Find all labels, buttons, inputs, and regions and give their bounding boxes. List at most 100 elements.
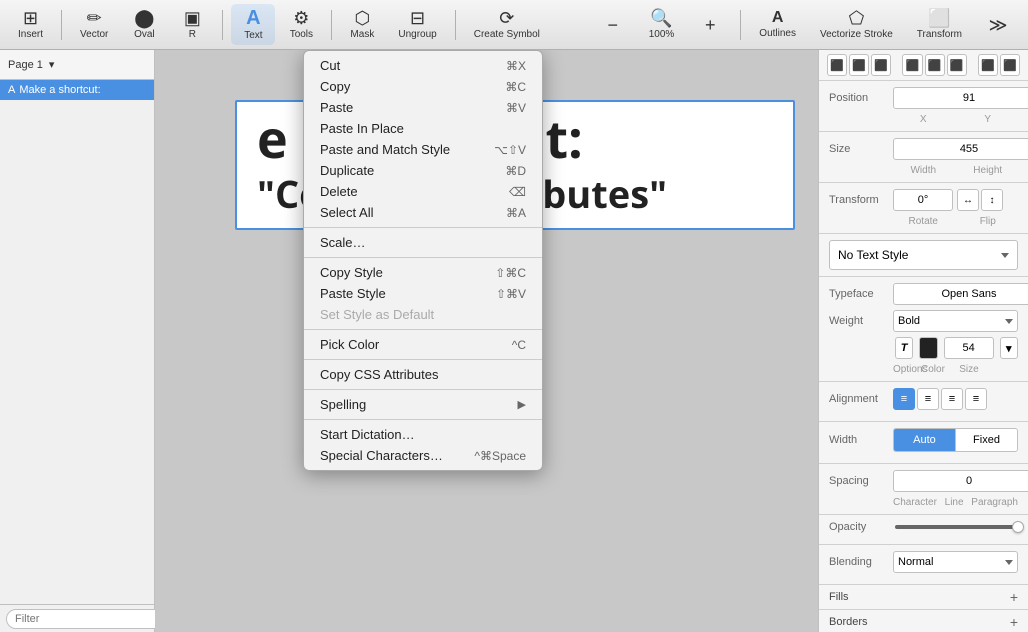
rotate-input[interactable]	[893, 189, 953, 211]
flip-h-button[interactable]: ↔	[957, 189, 979, 211]
menu-item-select-all[interactable]: Select All ⌘A	[304, 202, 542, 223]
paragraph-label: Paragraph	[971, 497, 1018, 508]
menu-item-special-chars-label: Special Characters…	[320, 448, 443, 463]
menu-sep-6	[304, 419, 542, 420]
zoom-plus-button[interactable]: +	[688, 12, 732, 38]
menu-item-paste[interactable]: Paste ⌘V	[304, 97, 542, 118]
align-bottom-icon[interactable]: ⬛	[947, 54, 967, 76]
color-swatch[interactable]	[919, 337, 937, 359]
outlines-button[interactable]: A Outlines	[749, 6, 806, 43]
tools-button[interactable]: ⚙ Tools	[279, 5, 323, 44]
menu-item-paste-label: Paste	[320, 100, 353, 115]
auto-width-button[interactable]: Auto	[894, 429, 955, 451]
toolbar-sep-1	[61, 10, 62, 40]
r-button[interactable]: ▣ R	[170, 5, 214, 44]
page-arrow-icon: ▾	[49, 58, 55, 71]
distribute-v-icon[interactable]: ⬛	[1000, 54, 1020, 76]
borders-label: Borders	[829, 616, 868, 628]
menu-item-spelling[interactable]: Spelling ▶	[304, 394, 542, 415]
align-right-icon[interactable]: ⬛	[871, 54, 891, 76]
distribute-h-icon[interactable]: ⬛	[978, 54, 998, 76]
weight-dropdown[interactable]: Bold	[893, 310, 1018, 332]
borders-add-icon[interactable]: +	[1010, 615, 1018, 629]
text-align-left-button[interactable]: ≡	[893, 388, 915, 410]
x-label: X	[893, 114, 954, 125]
text-align-justify-button[interactable]: ≡	[965, 388, 987, 410]
canvas-area[interactable]: e a shortcut: "Copy CSS Attributes" Cut …	[155, 50, 818, 632]
menu-item-start-dictation-label: Start Dictation…	[320, 427, 415, 442]
menu-item-copy[interactable]: Copy ⌘C	[304, 76, 542, 97]
text-style-dropdown[interactable]: No Text Style	[829, 240, 1018, 270]
align-center-icon[interactable]: ⬛	[849, 54, 869, 76]
align-top-icon[interactable]: ⬛	[902, 54, 922, 76]
transform-button[interactable]: ⬜ Transform	[907, 5, 972, 44]
opacity-slider[interactable]	[895, 525, 1024, 529]
menu-item-delete[interactable]: Delete ⌫	[304, 181, 542, 202]
oval-icon: ⬤	[134, 9, 154, 27]
zoom-minus-button[interactable]: −	[591, 12, 635, 38]
text-button[interactable]: A Text	[231, 4, 275, 45]
zoom-icon: 🔍	[650, 9, 672, 27]
menu-item-paste-in-place[interactable]: Paste In Place	[304, 118, 542, 139]
menu-item-copy-css[interactable]: Copy CSS Attributes	[304, 364, 542, 385]
r-label: R	[189, 29, 196, 40]
menu-item-start-dictation[interactable]: Start Dictation…	[304, 424, 542, 445]
zoom-level-button[interactable]: 🔍 100%	[639, 5, 685, 44]
menu-item-pick-color[interactable]: Pick Color ^C	[304, 334, 542, 355]
menu-sep-5	[304, 389, 542, 390]
character-spacing-input[interactable]	[893, 470, 1028, 492]
menu-item-copy-style[interactable]: Copy Style ⇧⌘C	[304, 262, 542, 283]
vector-button[interactable]: ✏ Vector	[70, 5, 118, 44]
oval-label: Oval	[134, 29, 155, 40]
tools-icon: ⚙	[293, 9, 309, 27]
panel-opacity-section: Opacity 100%	[819, 515, 1028, 545]
toolbar-sep-2	[222, 10, 223, 40]
insert-button[interactable]: ⊞ Insert	[8, 5, 53, 44]
align-middle-icon[interactable]: ⬛	[925, 54, 945, 76]
menu-item-duplicate-shortcut: ⌘D	[505, 164, 526, 178]
flip-v-button[interactable]: ↕	[981, 189, 1003, 211]
height-label: Height	[958, 165, 1019, 176]
create-symbol-button[interactable]: ⟳ Create Symbol	[464, 5, 550, 44]
oval-button[interactable]: ⬤ Oval	[122, 5, 166, 44]
text-align-center-button[interactable]: ≡	[917, 388, 939, 410]
menu-item-set-style-default: Set Style as Default	[304, 304, 542, 325]
menu-item-scale[interactable]: Scale…	[304, 232, 542, 253]
blending-dropdown[interactable]: Normal	[893, 551, 1018, 573]
vectorize-stroke-button[interactable]: ⬠ Vectorize Stroke	[810, 5, 903, 44]
x-input[interactable]	[893, 87, 1028, 109]
menu-item-paste-match-style[interactable]: Paste and Match Style ⌥⇧V	[304, 139, 542, 160]
menu-item-scale-label: Scale…	[320, 235, 366, 250]
font-size-input[interactable]	[944, 337, 994, 359]
mask-button[interactable]: ⬡ Mask	[340, 5, 384, 44]
create-symbol-icon: ⟳	[499, 9, 514, 27]
tools-label: Tools	[290, 29, 313, 40]
font-size-stepper[interactable]: ▾	[1000, 337, 1018, 359]
position-inputs	[893, 87, 1028, 109]
fills-add-icon[interactable]: +	[1010, 590, 1018, 604]
panel-width-section: Width Auto Fixed	[819, 422, 1028, 464]
text-style-button[interactable]: T	[895, 337, 913, 359]
menu-item-special-chars[interactable]: Special Characters… ^⌘Space	[304, 445, 542, 466]
align-left-icon[interactable]: ⬛	[827, 54, 847, 76]
filter-input[interactable]	[6, 609, 166, 629]
position-row: Position	[829, 87, 1018, 109]
menu-item-paste-shortcut: ⌘V	[506, 101, 526, 115]
text-align-right-button[interactable]: ≡	[941, 388, 963, 410]
width-input[interactable]	[893, 138, 1028, 160]
borders-row[interactable]: Borders +	[819, 610, 1028, 632]
typeface-input[interactable]	[893, 283, 1028, 305]
main-area: Page 1 ▾ A Make a shortcut: ⊕ ✏ 1 e a sh…	[0, 50, 1028, 632]
ungroup-button[interactable]: ⊟ Ungroup	[388, 5, 446, 44]
menu-item-copy-label: Copy	[320, 79, 350, 94]
layer-item[interactable]: A Make a shortcut:	[0, 80, 154, 100]
layer-name: Make a shortcut:	[19, 84, 100, 96]
menu-item-cut[interactable]: Cut ⌘X	[304, 55, 542, 76]
menu-item-duplicate[interactable]: Duplicate ⌘D	[304, 160, 542, 181]
fixed-width-button[interactable]: Fixed	[955, 429, 1017, 451]
more-button[interactable]: ≫	[976, 12, 1020, 38]
menu-sep-2	[304, 257, 542, 258]
page-selector[interactable]: Page 1 ▾	[0, 50, 154, 80]
fills-row[interactable]: Fills +	[819, 585, 1028, 610]
menu-item-paste-style[interactable]: Paste Style ⇧⌘V	[304, 283, 542, 304]
